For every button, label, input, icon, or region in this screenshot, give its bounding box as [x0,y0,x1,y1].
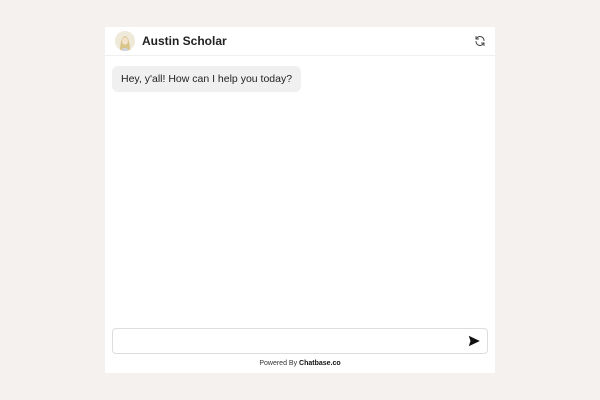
composer [105,328,495,354]
avatar-illustration-icon [115,31,135,51]
bot-message-bubble: Hey, y'all! How can I help you today? [112,66,302,92]
message-list: Hey, y'all! How can I help you today? [105,56,495,328]
bot-name: Austin Scholar [142,34,227,48]
powered-by-text: Powered By [259,360,298,367]
powered-by-footer: Powered By Chatbase.co [105,359,495,373]
send-button[interactable] [467,334,481,348]
refresh-icon [475,36,485,46]
avatar [115,31,135,51]
message-input-container [112,328,488,354]
header-identity: Austin Scholar [115,31,227,51]
chat-header: Austin Scholar [105,27,495,56]
chat-widget: Austin Scholar Hey, y'all! How can I hel… [105,27,495,373]
powered-by-link[interactable]: Chatbase.co [299,360,341,367]
send-icon [468,335,480,347]
refresh-button[interactable] [472,33,488,49]
message-input[interactable] [113,329,461,353]
